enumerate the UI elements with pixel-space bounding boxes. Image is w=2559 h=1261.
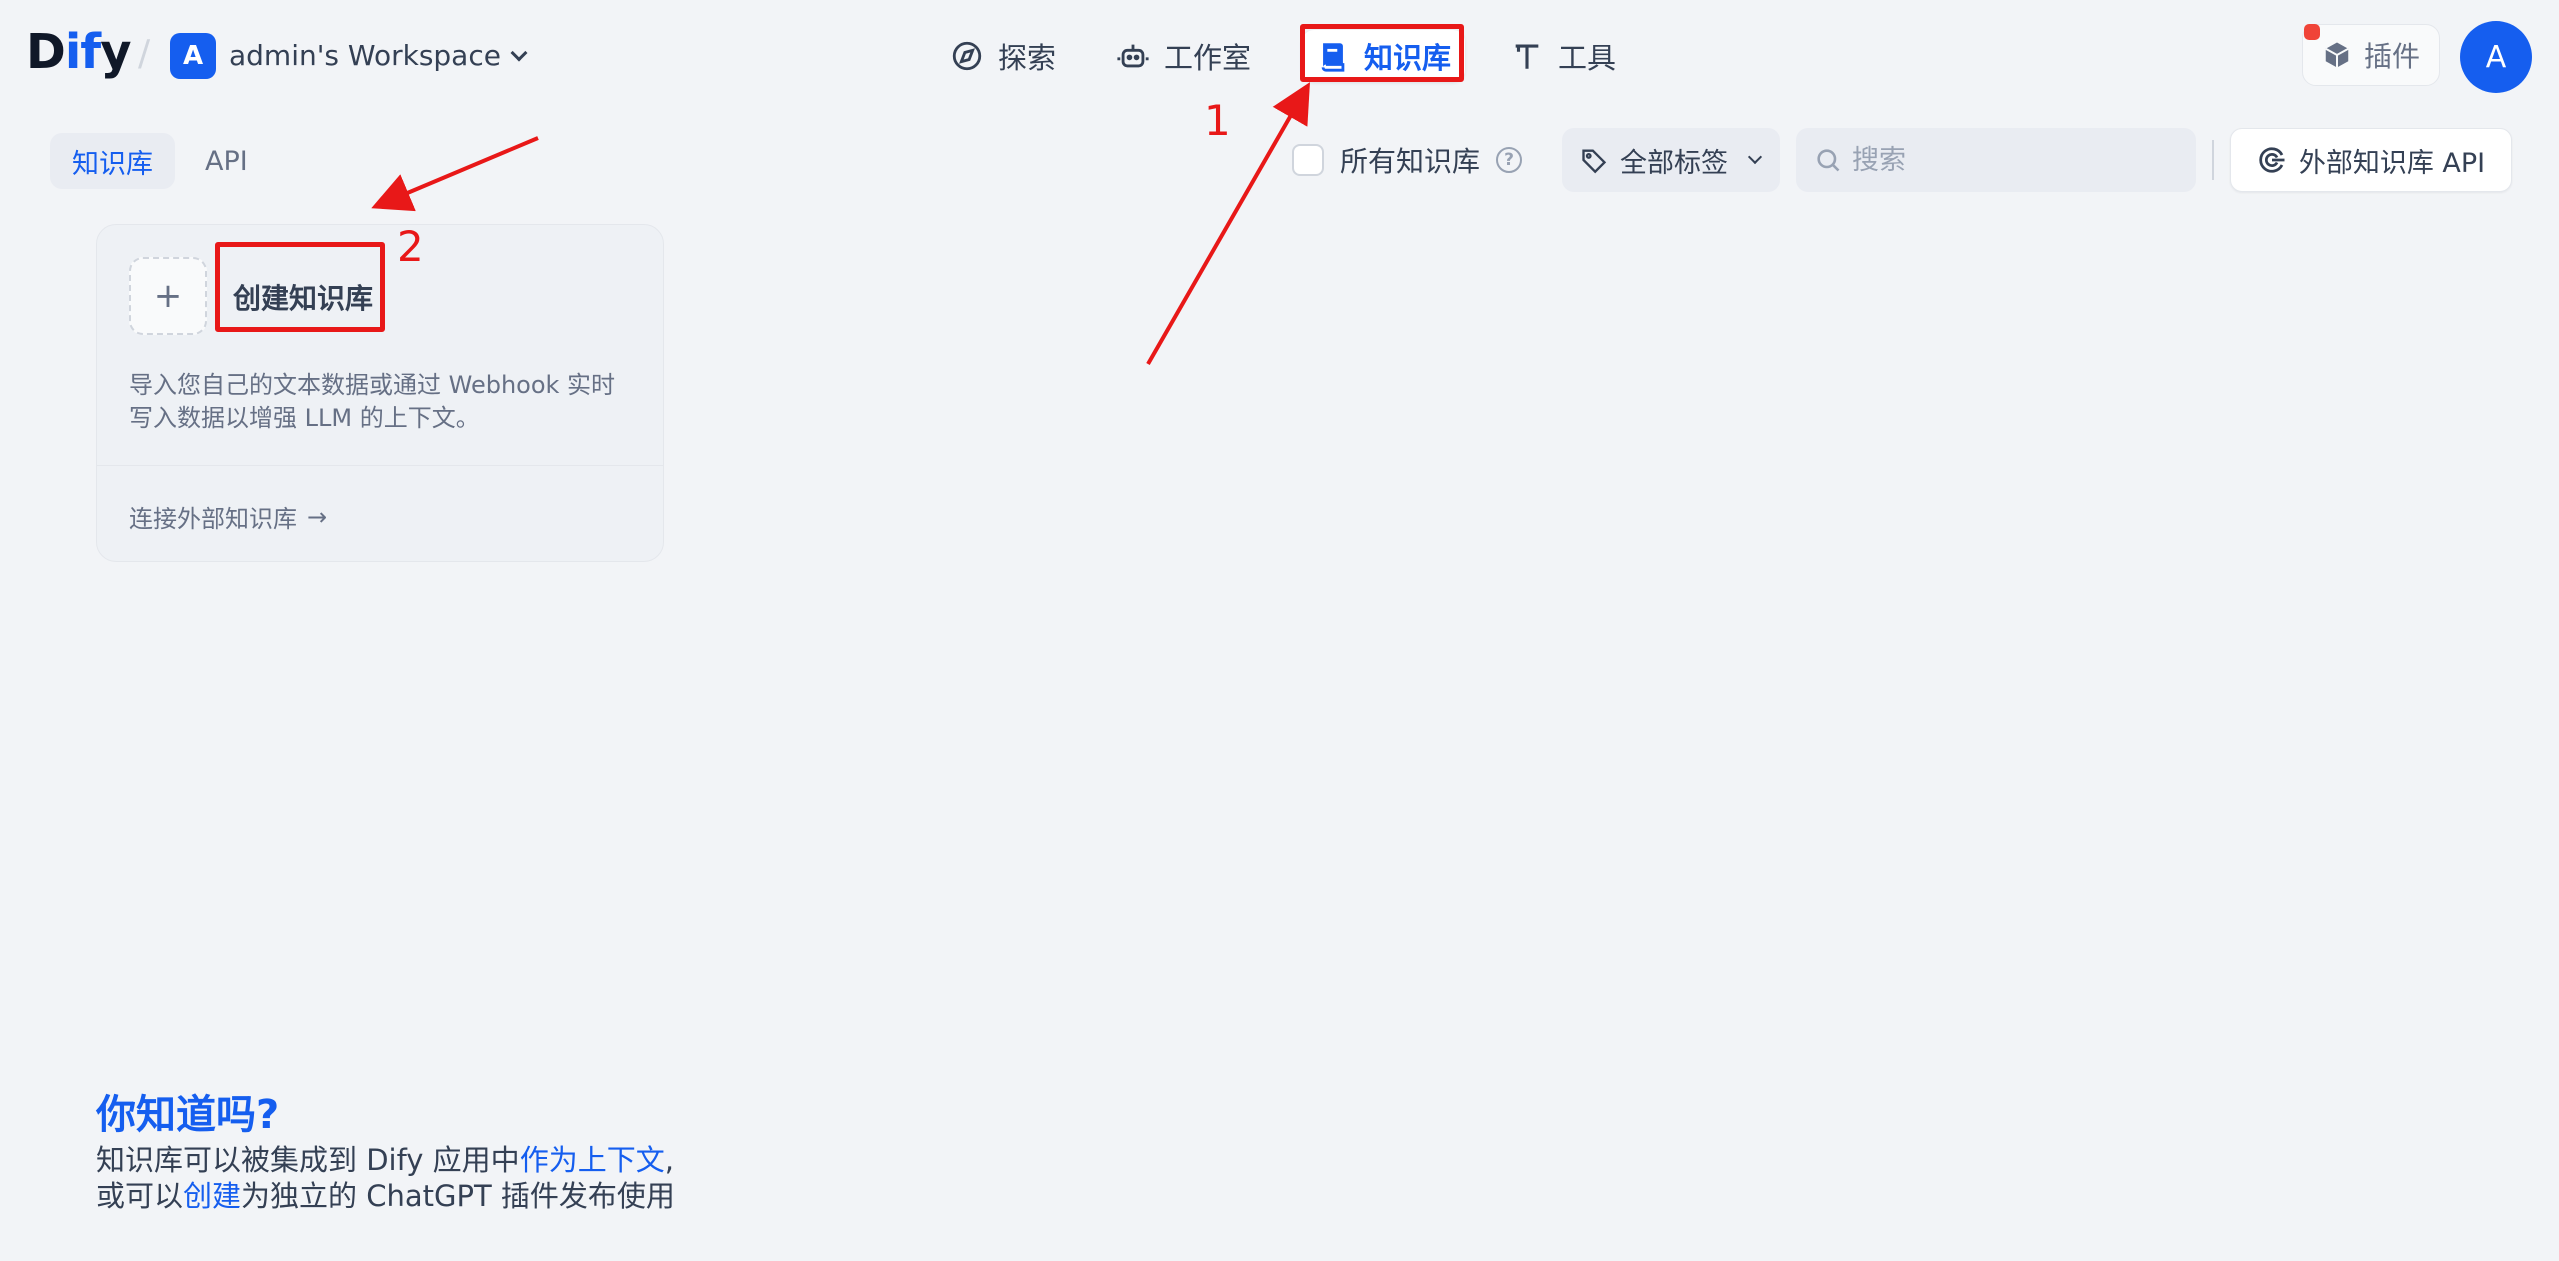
workspace-switcher[interactable]: admin's Workspace xyxy=(229,36,528,76)
connect-external-knowledge-link[interactable]: 连接外部知识库 → xyxy=(129,499,327,534)
dify-logo[interactable]: Dify xyxy=(26,22,131,82)
card-divider xyxy=(97,465,663,466)
cube-icon xyxy=(2325,42,2349,68)
tip-text: 知识库可以被集成到 Dify 应用中作为上下文, 或可以创建为独立的 ChatG… xyxy=(96,1142,675,1214)
search-box[interactable] xyxy=(1796,128,2196,192)
plus-icon[interactable]: + xyxy=(129,257,207,335)
nav-tools[interactable]: 工具 xyxy=(1496,30,1630,82)
annotation-step-1: 1 xyxy=(1204,96,1231,145)
robot-icon xyxy=(1117,44,1149,68)
annotation-box-create-knowledge xyxy=(215,242,385,332)
tip-line-2: 或可以创建为独立的 ChatGPT 插件发布使用 xyxy=(96,1178,675,1214)
annotation-arrow-2 xyxy=(371,136,539,212)
plugins-button[interactable]: 插件 xyxy=(2302,24,2440,86)
tab-knowledge[interactable]: 知识库 xyxy=(50,133,175,189)
tag-filter-select[interactable]: 全部标签 xyxy=(1562,128,1780,192)
tip-title: 你知道吗? xyxy=(96,1092,280,1138)
breadcrumb-separator: / xyxy=(138,33,151,74)
compass-icon xyxy=(952,41,982,71)
tip-text-segment: , xyxy=(664,1143,674,1177)
tip-text-segment: 知识库可以被集成到 Dify 应用中 xyxy=(96,1143,520,1177)
all-knowledge-filter[interactable]: 所有知识库 ? xyxy=(1292,140,1523,180)
tip-text-segment: 或可以 xyxy=(96,1179,184,1213)
nav-label: 探索 xyxy=(998,41,1057,75)
api-connection-icon xyxy=(2259,147,2285,173)
tip-text-segment: 为独立的 ChatGPT 插件发布使用 xyxy=(241,1179,675,1213)
tag-icon xyxy=(1582,149,1607,174)
help-icon[interactable]: ? xyxy=(1496,147,1523,173)
workspace-name: admin's Workspace xyxy=(229,39,501,72)
external-api-label: 外部知识库 API xyxy=(2298,147,2486,179)
tip-link-create[interactable]: 创建 xyxy=(183,1179,241,1213)
logo-text: D xyxy=(26,24,66,80)
create-knowledge-description: 导入您自己的文本数据或通过 Webhook 实时写入数据以增强 LLM 的上下文… xyxy=(129,371,616,432)
subnav-tabs: 知识库 API xyxy=(50,133,270,189)
annotation-box-knowledge-nav xyxy=(1300,24,1464,82)
all-knowledge-label: 所有知识库 xyxy=(1340,145,1481,178)
nav-label: 工作室 xyxy=(1164,41,1252,75)
tip-link-as-context[interactable]: 作为上下文 xyxy=(520,1143,665,1177)
tip-line-1: 知识库可以被集成到 Dify 应用中作为上下文, xyxy=(96,1142,675,1178)
logo-text-end: y xyxy=(100,24,131,80)
external-api-button[interactable]: 外部知识库 API xyxy=(2230,128,2512,192)
chevron-down-icon xyxy=(1747,149,1763,165)
annotation-step-2: 2 xyxy=(397,222,424,271)
user-avatar[interactable]: A xyxy=(2460,21,2532,93)
notification-dot xyxy=(2304,24,2320,40)
search-input[interactable] xyxy=(1852,144,2172,176)
search-icon xyxy=(1817,149,1840,172)
arrow-right-icon: → xyxy=(307,502,328,531)
all-knowledge-checkbox[interactable] xyxy=(1292,144,1324,176)
connect-external-label: 连接外部知识库 xyxy=(129,505,297,533)
plugins-label: 插件 xyxy=(2363,40,2420,73)
logo-text-accent: if xyxy=(64,24,101,80)
chevron-down-icon xyxy=(510,44,528,62)
workspace-avatar[interactable]: A xyxy=(170,33,216,79)
hammer-icon xyxy=(1515,44,1539,69)
divider xyxy=(2212,140,2214,180)
tag-filter-label: 全部标签 xyxy=(1620,147,1728,179)
nav-studio[interactable]: 工作室 xyxy=(1102,30,1265,82)
nav-label: 工具 xyxy=(1558,41,1617,75)
tab-api[interactable]: API xyxy=(183,133,270,189)
nav-explore[interactable]: 探索 xyxy=(936,30,1070,82)
